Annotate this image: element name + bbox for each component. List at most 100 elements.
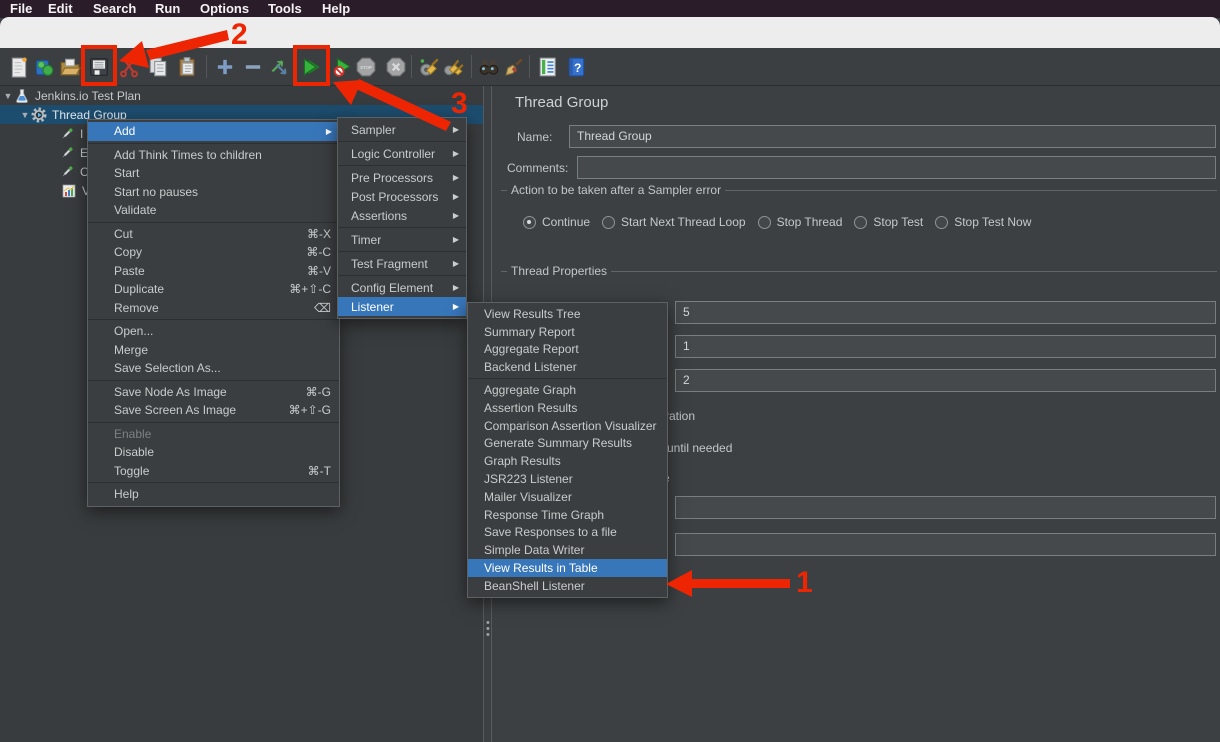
menu-item-toggle[interactable]: Toggle ⌘-T bbox=[88, 462, 339, 481]
search-reset-icon[interactable] bbox=[502, 53, 526, 80]
menu-separator bbox=[338, 165, 466, 166]
menu-item-start-no-pauses[interactable]: Start no pauses bbox=[88, 183, 339, 202]
menu-item-save-selection-as[interactable]: Save Selection As... bbox=[88, 359, 339, 378]
menu-item-save-screen-as-image[interactable]: Save Screen As Image ⌘+⇧-G bbox=[88, 401, 339, 420]
menu-item-test-fragment[interactable]: Test Fragment ▶ bbox=[338, 254, 466, 273]
tree-item-test-plan[interactable]: ▼ Jenkins.io Test Plan bbox=[0, 86, 483, 105]
menu-item-enable[interactable]: Enable bbox=[88, 425, 339, 444]
menu-item-open[interactable]: Open... bbox=[88, 322, 339, 341]
menu-item-start[interactable]: Start bbox=[88, 164, 339, 183]
toggle-arrows-icon[interactable] bbox=[267, 53, 291, 80]
search-icon[interactable] bbox=[477, 53, 501, 80]
radio-icon bbox=[758, 216, 771, 229]
menu-item-summary-report[interactable]: Summary Report bbox=[468, 323, 667, 341]
menubar-run[interactable]: Run bbox=[155, 0, 180, 18]
menubar-file[interactable]: File bbox=[10, 0, 32, 18]
caret-down-icon[interactable]: ▼ bbox=[19, 110, 31, 120]
menu-item-backend-listener[interactable]: Backend Listener bbox=[468, 358, 667, 376]
menu-item-save-node-as-image[interactable]: Save Node As Image ⌘-G bbox=[88, 383, 339, 402]
startup-delay-input[interactable] bbox=[675, 533, 1216, 556]
menu-item-config-element[interactable]: Config Element ▶ bbox=[338, 278, 466, 297]
menu-item-comparison-assertion-visualizer[interactable]: Comparison Assertion Visualizer bbox=[468, 417, 667, 435]
templates-icon[interactable] bbox=[32, 53, 56, 80]
menu-item-duplicate[interactable]: Duplicate ⌘+⇧-C bbox=[88, 280, 339, 299]
menubar-search[interactable]: Search bbox=[93, 0, 136, 18]
new-file-icon[interactable] bbox=[7, 53, 31, 80]
radio-stop-test[interactable]: Stop Test bbox=[854, 215, 923, 229]
menu-item-aggregate-report[interactable]: Aggregate Report bbox=[468, 341, 667, 359]
sampler-pipette-icon bbox=[59, 126, 75, 142]
menu-item-view-results-tree[interactable]: View Results Tree bbox=[468, 305, 667, 323]
menu-separator bbox=[88, 422, 339, 423]
name-input[interactable]: Thread Group bbox=[569, 125, 1216, 148]
menu-item-copy[interactable]: Copy ⌘-C bbox=[88, 243, 339, 262]
shortcut-label: ⌘-V bbox=[291, 264, 331, 278]
menubar-options[interactable]: Options bbox=[200, 0, 249, 18]
menu-item-aggregate-graph[interactable]: Aggregate Graph bbox=[468, 381, 667, 399]
caret-down-icon[interactable]: ▼ bbox=[2, 91, 14, 101]
shutdown-icon[interactable] bbox=[384, 53, 408, 80]
help-icon[interactable]: ? bbox=[564, 53, 588, 80]
clear-icon[interactable] bbox=[417, 53, 441, 80]
menu-item-logic-controller[interactable]: Logic Controller ▶ bbox=[338, 144, 466, 163]
menubar-help[interactable]: Help bbox=[322, 0, 350, 18]
menu-separator bbox=[338, 275, 466, 276]
radio-start-next-thread-loop[interactable]: Start Next Thread Loop bbox=[602, 215, 746, 229]
menu-item-paste[interactable]: Paste ⌘-V bbox=[88, 262, 339, 281]
test-plan-flask-icon bbox=[14, 88, 30, 104]
menu-item-add-think-times-to-children[interactable]: Add Think Times to children bbox=[88, 146, 339, 165]
shortcut-label: ⌘-C bbox=[290, 245, 331, 259]
clear-all-icon[interactable] bbox=[442, 53, 466, 80]
listener-chart-icon bbox=[61, 183, 77, 199]
save-icon[interactable] bbox=[87, 53, 111, 80]
menu-item-listener[interactable]: Listener ▶ bbox=[338, 297, 466, 316]
menu-item-jsr223-listener[interactable]: JSR223 Listener bbox=[468, 470, 667, 488]
menu-item-add[interactable]: Add ▶ bbox=[88, 122, 339, 141]
cut-icon[interactable] bbox=[117, 53, 141, 80]
toolbar-separator bbox=[206, 55, 207, 78]
duration-input[interactable] bbox=[675, 496, 1216, 519]
paste-icon[interactable] bbox=[175, 53, 199, 80]
menu-item-generate-summary-results[interactable]: Generate Summary Results bbox=[468, 435, 667, 453]
menu-item-pre-processors[interactable]: Pre Processors ▶ bbox=[338, 168, 466, 187]
menubar-tools[interactable]: Tools bbox=[268, 0, 302, 18]
ramp-up-period-input[interactable]: 1 bbox=[675, 335, 1216, 358]
radio-stop-thread[interactable]: Stop Thread bbox=[758, 215, 843, 229]
menu-item-beanshell-listener[interactable]: BeanShell Listener bbox=[468, 577, 667, 595]
stop-icon[interactable]: STOP bbox=[354, 53, 378, 80]
toolbar: STOP ? bbox=[0, 48, 1220, 86]
menubar-edit[interactable]: Edit bbox=[48, 0, 73, 18]
menu-item-help[interactable]: Help bbox=[88, 485, 339, 504]
loop-count-input[interactable]: 2 bbox=[675, 369, 1216, 392]
copy-icon[interactable] bbox=[146, 53, 170, 80]
menu-item-simple-data-writer[interactable]: Simple Data Writer bbox=[468, 541, 667, 559]
menu-item-merge[interactable]: Merge bbox=[88, 341, 339, 360]
menu-item-sampler[interactable]: Sampler ▶ bbox=[338, 120, 466, 139]
open-file-icon[interactable] bbox=[58, 53, 82, 80]
start-no-pauses-icon[interactable] bbox=[331, 53, 355, 80]
menu-item-view-results-in-table[interactable]: View Results in Table bbox=[468, 559, 667, 577]
splitter-grip-icon[interactable]: ••• bbox=[486, 620, 490, 638]
shortcut-label: ⌘-G bbox=[290, 385, 331, 399]
menu-item-timer[interactable]: Timer ▶ bbox=[338, 230, 466, 249]
menu-item-assertions[interactable]: Assertions ▶ bbox=[338, 206, 466, 225]
menu-item-validate[interactable]: Validate bbox=[88, 201, 339, 220]
menu-item-cut[interactable]: Cut ⌘-X bbox=[88, 225, 339, 244]
menu-item-graph-results[interactable]: Graph Results bbox=[468, 452, 667, 470]
radio-stop-test-now[interactable]: Stop Test Now bbox=[935, 215, 1031, 229]
menu-item-assertion-results[interactable]: Assertion Results bbox=[468, 399, 667, 417]
number-of-threads-input[interactable]: 5 bbox=[675, 301, 1216, 324]
view-log-icon[interactable] bbox=[536, 53, 560, 80]
toolbar-separator bbox=[529, 55, 530, 78]
comments-input[interactable] bbox=[577, 156, 1216, 179]
menu-item-save-responses-to-a-file[interactable]: Save Responses to a file bbox=[468, 524, 667, 542]
start-icon[interactable] bbox=[299, 53, 323, 80]
menu-item-disable[interactable]: Disable bbox=[88, 443, 339, 462]
menu-item-remove[interactable]: Remove ⌫ bbox=[88, 299, 339, 318]
add-icon[interactable] bbox=[213, 53, 237, 80]
remove-icon[interactable] bbox=[241, 53, 265, 80]
menu-item-mailer-visualizer[interactable]: Mailer Visualizer bbox=[468, 488, 667, 506]
menu-item-post-processors[interactable]: Post Processors ▶ bbox=[338, 187, 466, 206]
radio-continue[interactable]: Continue bbox=[523, 215, 590, 229]
menu-item-response-time-graph[interactable]: Response Time Graph bbox=[468, 506, 667, 524]
